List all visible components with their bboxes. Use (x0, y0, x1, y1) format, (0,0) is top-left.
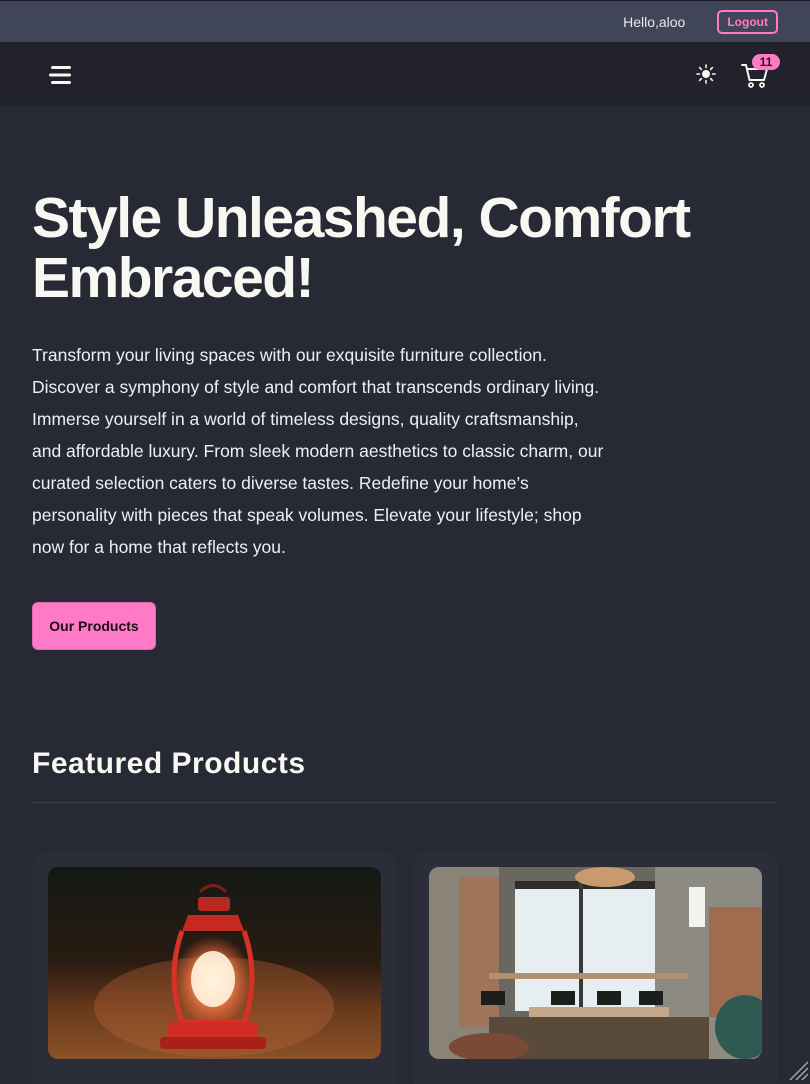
product-image-cafe[interactable] (429, 867, 762, 1059)
section-divider (32, 802, 778, 803)
navbar (0, 42, 810, 106)
sun-icon[interactable] (696, 64, 716, 84)
product-image-lantern[interactable] (48, 867, 381, 1059)
featured-products-title: Featured Products (32, 747, 306, 780)
our-products-button[interactable]: Our Products (32, 602, 156, 650)
hamburger-menu-icon[interactable] (48, 64, 74, 86)
hero-title: Style Unleashed, Comfort Embraced! (32, 186, 691, 310)
logout-button[interactable]: Logout (717, 9, 778, 34)
top-bar: Hello,aloo Logout (0, 0, 810, 42)
hero-description: Transform your living spaces with our ex… (32, 345, 604, 557)
resize-handle-icon[interactable] (784, 1056, 810, 1082)
user-greeting: Hello,aloo (623, 13, 686, 30)
cart-count-badge: 11 (752, 54, 780, 70)
